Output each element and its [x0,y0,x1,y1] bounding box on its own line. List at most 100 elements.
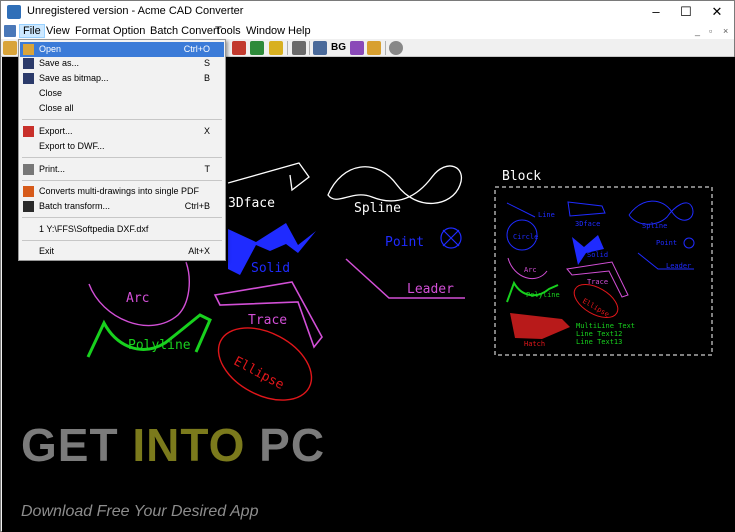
mdi-close-button[interactable]: × [723,24,728,38]
toolbar-separator [287,41,288,55]
block-spline [628,200,694,225]
menu-item-label: Export... [39,126,73,136]
menu-item-shortcut: Alt+X [188,246,210,256]
menu-item-close-all[interactable]: Close all [20,101,224,116]
label-polyline: Polyline [128,338,191,353]
info-icon[interactable] [389,41,403,55]
menu-item-batch-transform[interactable]: Batch transform... Ctrl+B [20,199,224,214]
block-label-mline1: MultiLine Text [576,322,636,330]
label-3dface: 3Dface [228,196,275,211]
background-button[interactable]: BG [331,42,346,53]
label-arc: Arc [126,291,150,306]
menu-help[interactable]: Help [285,24,314,38]
layout-icon[interactable] [313,41,327,55]
menu-tools[interactable]: Tools [212,24,244,38]
menu-separator [22,180,222,181]
label-spline: Spline [354,201,401,216]
point-cross [442,229,460,247]
block-label-polyline: Polyline [526,291,560,299]
lightning-icon[interactable] [269,41,283,55]
menu-item-save-as-bitmap[interactable]: Save as bitmap... B [20,71,224,86]
menu-separator [22,157,222,158]
menu-item-label: 1 Y:\FFS\Softpedia DXF.dxf [39,224,149,234]
block-label-hatch: Hatch [524,340,546,348]
close-button[interactable]: ✕ [702,1,732,23]
menu-item-open[interactable]: Open Ctrl+O [20,42,224,57]
watermark-logo: GET INTO PC [21,418,325,472]
menu-format[interactable]: Format [72,24,113,38]
menu-view[interactable]: View [43,24,73,38]
block-3dface [567,201,606,217]
menu-item-shortcut: Ctrl+B [184,201,210,211]
layers-icon[interactable] [292,41,306,55]
menu-item-shortcut: T [204,164,211,174]
export-icon [23,126,34,137]
menu-item-close[interactable]: Close [20,86,224,101]
watermark-get: GET [21,419,133,471]
menu-item-shortcut: S [203,58,210,68]
menu-separator [22,240,222,241]
eye-icon[interactable] [250,41,264,55]
menu-item-label: Save as... [39,58,80,68]
block-label-arc: Arc [524,266,537,274]
menu-item-recent-file[interactable]: 1 Y:\FFS\Softpedia DXF.dxf [20,222,224,237]
label-point: Point [385,235,425,250]
menu-item-label: Close [39,88,63,98]
printer-icon [23,164,34,175]
block-label-mline2: Line Text12 [576,330,623,338]
menu-item-label: Open [39,44,62,54]
menu-file[interactable]: File [19,24,45,38]
open-folder-icon [23,44,34,55]
menu-item-label: Batch transform... [39,201,111,211]
floppy-disk-icon [23,73,34,84]
toolbar-separator [309,41,310,55]
menu-item-save-as[interactable]: Save as... S [20,56,224,71]
menu-item-exit[interactable]: Exit Alt+X [20,244,224,259]
title-bar: Unregistered version - Acme CAD Converte… [1,1,734,23]
menu-item-label: Close all [39,103,74,113]
menu-bar: File View Format Option Batch Convert To… [1,23,734,39]
block-label-point: Point [656,239,678,247]
menu-item-print[interactable]: Print... T [20,162,224,177]
document-icon[interactable] [4,25,16,37]
block-hatch [510,313,570,339]
home-icon[interactable] [367,41,381,55]
menu-item-export-dwf[interactable]: Export to DWF... [20,139,224,154]
block-label-solid: Solid [587,251,609,259]
palette-icon[interactable] [350,41,364,55]
floppy-disk-icon [23,58,34,69]
window-title: Unregistered version - Acme CAD Converte… [27,5,244,17]
block-line [506,202,536,218]
3dface-shape [227,162,310,192]
mdi-minimize-button[interactable]: _ [695,24,700,38]
block-label-mline3: Line Text13 [576,338,623,346]
watermark-pc: PC [245,419,326,471]
mdi-restore-button[interactable]: ▫ [709,24,712,38]
open-folder-icon[interactable] [3,41,17,55]
label-leader: Leader [407,282,454,297]
spline-shape [327,165,463,205]
label-block: Block [502,169,542,184]
menu-item-label: Export to DWF... [39,141,105,151]
menu-item-label: Save as bitmap... [39,73,109,83]
block-label-line: Line [538,211,555,219]
menu-item-shortcut: X [203,126,210,136]
menu-item-export[interactable]: Export... X [20,124,224,139]
batch-icon [23,201,34,212]
app-icon [7,5,21,19]
menu-item-label: Converts multi-drawings into single PDF [39,186,200,196]
zoom-icon[interactable] [232,41,246,55]
menu-item-multi-pdf[interactable]: Converts multi-drawings into single PDF [20,184,224,199]
menu-option[interactable]: Option [110,24,148,38]
minimize-button[interactable]: – [641,1,671,23]
menu-item-label: Print... [39,164,66,174]
watermark-tagline: Download Free Your Desired App [21,503,259,520]
toolbar-separator [385,41,386,55]
maximize-button[interactable]: ☐ [671,1,701,23]
block-label-circle: Circle [513,233,539,241]
label-solid: Solid [251,261,291,276]
label-trace: Trace [248,313,288,328]
menu-window[interactable]: Window [243,24,288,38]
file-menu-dropdown: Open Ctrl+O Save as... S Save as bitmap.… [18,39,226,261]
block-label-trace: Trace [587,278,609,286]
